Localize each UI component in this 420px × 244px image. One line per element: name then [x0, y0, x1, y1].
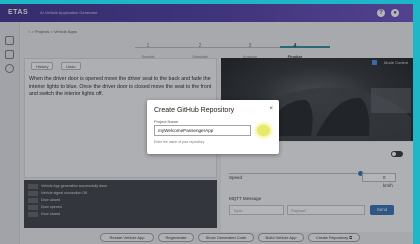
create-repository-dialog: Create GitHub Repository × Project Name … [147, 100, 279, 154]
project-name-hint: Enter the name of your repository [154, 140, 205, 144]
project-name-input[interactable] [154, 125, 251, 136]
close-icon[interactable]: × [269, 106, 273, 112]
app-window: ETAS AI Vehicle Application Generator ? … [0, 4, 413, 244]
dialog-title: Create GitHub Repository [154, 107, 235, 114]
confirm-button[interactable] [257, 125, 270, 136]
project-name-label: Project Name [154, 119, 179, 124]
